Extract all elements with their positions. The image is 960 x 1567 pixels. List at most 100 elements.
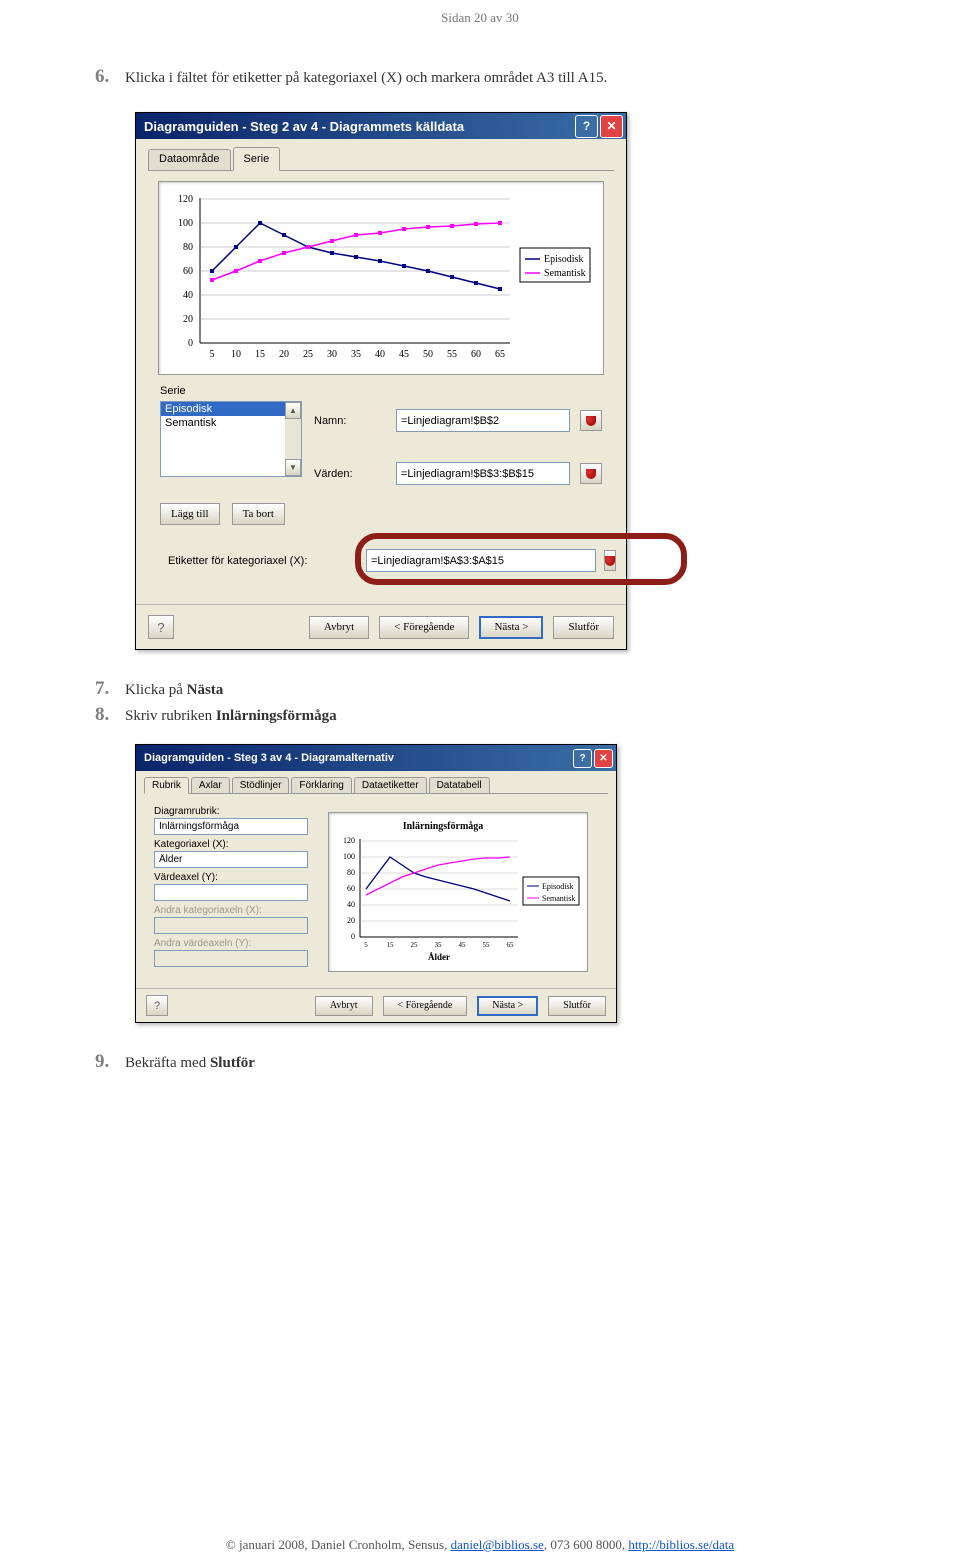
serie-listbox[interactable]: Episodisk Semantisk ▲ ▼ (160, 401, 302, 477)
scroll-down-icon[interactable]: ▼ (285, 459, 301, 476)
step-6-text: Klicka i fältet för etiketter på kategor… (125, 70, 607, 87)
svg-text:40: 40 (347, 900, 355, 909)
svg-text:20: 20 (183, 314, 193, 325)
svg-text:60: 60 (471, 349, 481, 360)
page-footer: © januari 2008, Daniel Cronholm, Sensus,… (95, 1537, 865, 1553)
range-picker-icon[interactable] (580, 463, 602, 484)
tab-dataetiketter[interactable]: Dataetiketter (354, 777, 427, 794)
category-axis-label: Etiketter för kategoriaxel (X): (168, 555, 358, 567)
andra-kategoriaxel-input (154, 917, 308, 934)
svg-text:15: 15 (387, 941, 395, 949)
svg-text:55: 55 (447, 349, 457, 360)
svg-text:25: 25 (411, 941, 419, 949)
svg-text:55: 55 (483, 941, 491, 949)
tab-stodlinjer[interactable]: Stödlinjer (232, 777, 290, 794)
svg-text:50: 50 (423, 349, 433, 360)
svg-text:120: 120 (343, 836, 355, 845)
svg-text:10: 10 (231, 349, 241, 360)
svg-text:Episodisk: Episodisk (542, 882, 574, 891)
andra-vardeaxel-label: Andra värdeaxeln (Y): (154, 938, 308, 949)
listbox-scrollbar[interactable]: ▲ ▼ (285, 402, 301, 476)
chart-xlabel: Ålder (428, 952, 450, 962)
step-7-text: Klicka på Nästa (125, 682, 223, 699)
range-picker-icon[interactable] (604, 550, 616, 571)
step-9-text: Bekräfta med Slutför (125, 1055, 255, 1072)
wizard-step3-dialog: Diagramguiden - Steg 3 av 4 - Diagramalt… (135, 744, 617, 1023)
svg-text:25: 25 (303, 349, 313, 360)
step-8-number: 8. (95, 704, 117, 726)
tab-forklaring[interactable]: Förklaring (291, 777, 351, 794)
help-icon[interactable]: ? (148, 615, 174, 639)
svg-text:45: 45 (459, 941, 467, 949)
step-6-number: 6. (95, 66, 117, 88)
scroll-up-icon[interactable]: ▲ (285, 402, 301, 419)
dialog-titlebar: Diagramguiden - Steg 2 av 4 - Diagrammet… (136, 113, 626, 139)
svg-text:0: 0 (188, 338, 193, 349)
svg-text:45: 45 (399, 349, 409, 360)
serie-item-episodisk[interactable]: Episodisk (161, 402, 301, 416)
back-button[interactable]: < Föregående (379, 616, 469, 639)
finish-button[interactable]: Slutför (553, 616, 614, 639)
step-8: 8. Skriv rubriken Inlärningsförmåga (95, 704, 865, 726)
next-button[interactable]: Nästa > (477, 996, 538, 1016)
svg-text:60: 60 (347, 884, 355, 893)
kategoriaxel-x-label: Kategoriaxel (X): (154, 839, 308, 850)
kategoriaxel-x-input[interactable] (154, 851, 308, 868)
svg-text:Semantisk: Semantisk (542, 894, 575, 903)
range-picker-icon[interactable] (580, 410, 602, 431)
dialog-title: Diagramguiden - Steg 2 av 4 - Diagrammet… (144, 119, 464, 134)
close-button[interactable]: ✕ (600, 115, 623, 138)
namn-input[interactable] (396, 409, 570, 432)
svg-text:60: 60 (183, 266, 193, 277)
serie-section-label: Serie (160, 385, 602, 397)
help-icon[interactable]: ? (146, 995, 168, 1016)
svg-text:0: 0 (351, 932, 355, 941)
svg-text:100: 100 (343, 852, 355, 861)
step-7: 7. Klicka på Nästa (95, 678, 865, 700)
serie-item-semantisk[interactable]: Semantisk (161, 416, 301, 430)
tab-dataomrade[interactable]: Dataområde (148, 149, 231, 171)
svg-text:35: 35 (351, 349, 361, 360)
cancel-button[interactable]: Avbryt (315, 996, 373, 1016)
svg-text:65: 65 (507, 941, 515, 949)
svg-text:35: 35 (435, 941, 443, 949)
footer-email-link[interactable]: daniel@biblios.se (451, 1537, 544, 1552)
step-9: 9. Bekräfta med Slutför (95, 1051, 865, 1073)
svg-text:40: 40 (183, 290, 193, 301)
step-6: 6. Klicka i fältet för etiketter på kate… (95, 66, 865, 88)
remove-series-button[interactable]: Ta bort (232, 503, 285, 525)
vardeaxel-y-input[interactable] (154, 884, 308, 901)
dialog-titlebar: Diagramguiden - Steg 3 av 4 - Diagramalt… (136, 745, 616, 771)
svg-text:15: 15 (255, 349, 265, 360)
tab-rubrik[interactable]: Rubrik (144, 777, 189, 794)
cancel-button[interactable]: Avbryt (309, 616, 369, 639)
category-axis-input[interactable] (366, 549, 596, 572)
chart-preview-small: Inlärningsförmåga 12010080 6040200 (328, 812, 588, 972)
svg-text:65: 65 (495, 349, 505, 360)
help-button[interactable]: ? (575, 115, 598, 138)
dialog-title: Diagramguiden - Steg 3 av 4 - Diagramalt… (144, 752, 394, 764)
help-button[interactable]: ? (573, 749, 592, 768)
add-series-button[interactable]: Lägg till (160, 503, 220, 525)
step-9-number: 9. (95, 1051, 117, 1073)
svg-text:120: 120 (178, 194, 193, 205)
varden-label: Värden: (314, 468, 386, 480)
andra-kategoriaxel-label: Andra kategoriaxeln (X): (154, 905, 308, 916)
close-button[interactable]: ✕ (594, 749, 613, 768)
finish-button[interactable]: Slutför (548, 996, 606, 1016)
svg-text:80: 80 (347, 868, 355, 877)
page-indicator: Sidan 20 av 30 (95, 0, 865, 26)
svg-text:100: 100 (178, 218, 193, 229)
diagramrubrik-input[interactable] (154, 818, 308, 835)
back-button[interactable]: < Föregående (383, 996, 468, 1016)
next-button[interactable]: Nästa > (479, 616, 543, 639)
tab-datatabell[interactable]: Datatabell (429, 777, 490, 794)
tab-serie[interactable]: Serie (233, 147, 281, 171)
varden-input[interactable] (396, 462, 570, 485)
wizard-step2-dialog: Diagramguiden - Steg 2 av 4 - Diagrammet… (135, 112, 627, 650)
diagramrubrik-label: Diagramrubrik: (154, 806, 308, 817)
footer-url-link[interactable]: http://biblios.se/data (628, 1537, 734, 1552)
vardeaxel-y-label: Värdeaxel (Y): (154, 872, 308, 883)
chart-title: Inlärningsförmåga (403, 821, 484, 832)
tab-axlar[interactable]: Axlar (191, 777, 230, 794)
